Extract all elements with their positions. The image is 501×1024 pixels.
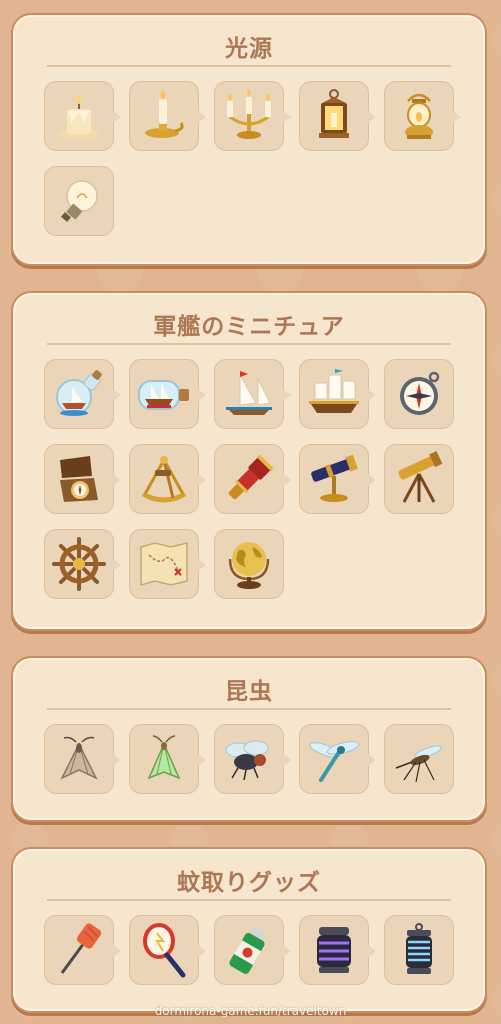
section-miniature-warships: 軍艦のミニチュア [11, 291, 487, 631]
melted-candle-icon [59, 94, 99, 140]
item-slot[interactable] [299, 81, 376, 151]
item-slot[interactable] [214, 444, 291, 514]
square-lantern-icon [319, 89, 349, 138]
ship-in-round-bottle-icon [56, 370, 102, 416]
item-slot[interactable] [129, 444, 206, 514]
item-slot[interactable] [299, 359, 376, 429]
chain-arrow-icon [283, 754, 291, 766]
purple-bug-zapper-icon [317, 927, 351, 973]
chain-arrow-icon [368, 474, 376, 486]
chain-arrow-icon [198, 474, 206, 486]
chain-arrow-icon [198, 389, 206, 401]
chain-arrow-icon [113, 945, 121, 957]
item-slot[interactable] [44, 529, 121, 599]
item-slot[interactable] [44, 444, 121, 514]
fly-swatter-icon [60, 923, 102, 974]
section-mosquito-goods: 蚊取りグッズ [11, 847, 487, 1013]
chain-arrow-icon [198, 559, 206, 571]
section-divider [47, 65, 451, 67]
candelabra-icon [227, 89, 271, 139]
moth-icon [60, 736, 98, 780]
section-insects: 昆虫 [11, 656, 487, 822]
item-slot[interactable] [384, 915, 454, 985]
oil-lamp-icon [405, 93, 433, 139]
dragonfly-icon [309, 741, 360, 782]
mosquito-icon [395, 745, 442, 783]
section-divider [47, 343, 451, 345]
chain-arrow-icon [198, 945, 206, 957]
chain-arrow-icon [113, 111, 121, 123]
treasure-map-icon [140, 542, 188, 586]
item-slot[interactable] [129, 359, 206, 429]
ship-in-bottle-icon [138, 380, 189, 410]
chain-arrow-icon [368, 111, 376, 123]
section-title: 軍艦のミニチュア [153, 314, 345, 340]
chain-arrow-icon [283, 474, 291, 486]
fly-icon [225, 740, 269, 781]
spyglass-icon [228, 454, 274, 500]
chain-arrow-icon [283, 111, 291, 123]
light-bulb-icon [61, 180, 98, 222]
item-slot[interactable] [214, 359, 291, 429]
section-title: 昆虫 [225, 679, 273, 705]
ship-wheel-icon [52, 537, 106, 591]
chain-arrow-icon [113, 754, 121, 766]
electric-swatter-icon [143, 923, 186, 978]
item-slot[interactable] [384, 724, 454, 794]
open-compass-box-icon [60, 456, 98, 502]
item-slot[interactable] [384, 359, 454, 429]
item-slot[interactable] [299, 915, 376, 985]
chain-arrow-icon [368, 945, 376, 957]
item-slot[interactable] [44, 724, 121, 794]
telescope-tripod-icon [398, 451, 443, 503]
item-slot[interactable] [129, 915, 206, 985]
bug-spray-icon [229, 927, 266, 974]
chain-arrow-icon [283, 945, 291, 957]
chain-arrow-icon [113, 389, 121, 401]
candlestick-icon [145, 90, 184, 138]
sextant-icon [141, 456, 187, 503]
galleon-ship-icon [309, 369, 359, 413]
compass-icon [400, 371, 440, 415]
item-slot[interactable] [384, 81, 461, 151]
item-slot[interactable] [129, 81, 206, 151]
item-slot[interactable] [129, 529, 206, 599]
item-slot[interactable] [44, 81, 121, 151]
chain-arrow-icon [113, 559, 121, 571]
green-moth-icon [147, 735, 181, 780]
section-divider [47, 708, 451, 710]
chain-arrow-icon [283, 389, 291, 401]
section-title: 蚊取りグッズ [177, 870, 321, 896]
item-slot[interactable] [44, 359, 121, 429]
section-title: 光源 [225, 36, 273, 62]
item-slot[interactable] [214, 81, 291, 151]
item-slot[interactable] [44, 915, 121, 985]
chain-arrow-icon [453, 111, 461, 123]
chain-arrow-icon [198, 754, 206, 766]
item-slot[interactable] [129, 724, 206, 794]
item-slot[interactable] [384, 444, 454, 514]
item-slot[interactable] [44, 166, 114, 236]
chain-arrow-icon [368, 389, 376, 401]
chain-arrow-icon [368, 754, 376, 766]
telescope-on-stand-icon [311, 454, 359, 502]
item-slot[interactable] [299, 724, 376, 794]
sailboat-icon [226, 371, 272, 415]
globe-icon [228, 542, 270, 589]
watermark-url: dormirona-game.fun/traveltown [154, 1004, 347, 1018]
section-divider [47, 899, 451, 901]
item-slot[interactable] [214, 724, 291, 794]
item-slot[interactable] [214, 529, 284, 599]
item-slot[interactable] [299, 444, 376, 514]
blue-bug-zapper-icon [406, 923, 432, 974]
chain-arrow-icon [113, 474, 121, 486]
section-light-sources: 光源 [11, 13, 487, 266]
chain-arrow-icon [198, 111, 206, 123]
item-slot[interactable] [214, 915, 291, 985]
